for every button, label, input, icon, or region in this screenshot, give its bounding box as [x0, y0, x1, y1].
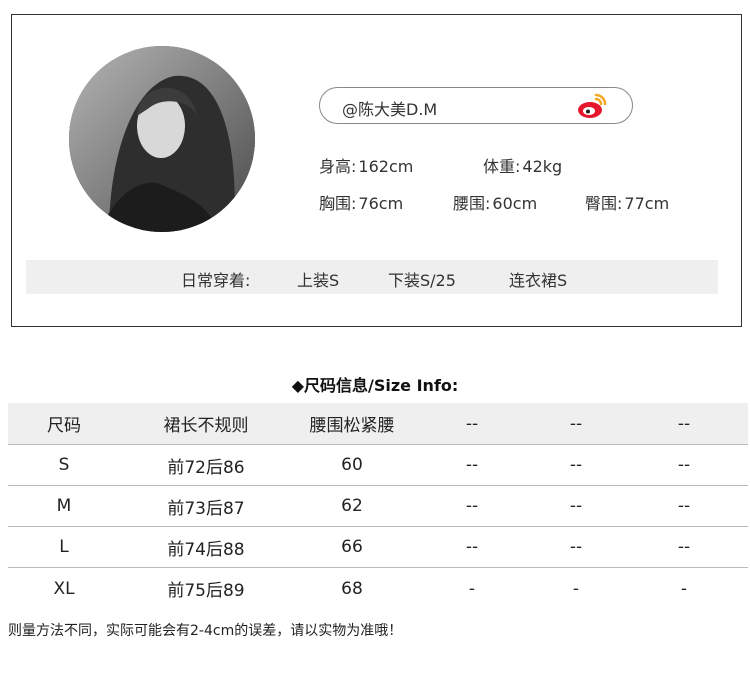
table-row: L 前74后88 66 -- -- -- [8, 527, 748, 568]
waist-label: 腰围: [453, 194, 491, 213]
header-cell: -- [465, 413, 479, 434]
table-cell: - [680, 578, 688, 599]
table-cell: L [59, 537, 69, 557]
table-row: M 前73后87 62 -- -- -- [8, 486, 748, 527]
weight-stat: 体重: 42kg [483, 153, 562, 177]
weibo-icon [578, 93, 607, 118]
height-stat: 身高: 162cm [319, 153, 413, 177]
avatar-image [69, 46, 255, 232]
size-table: 尺码 裙长不规则 腰围松紧腰 -- -- -- S 前72后86 60 -- -… [8, 403, 748, 609]
table-cell: -- [569, 496, 583, 516]
table-cell: -- [677, 496, 691, 516]
table-cell: 前74后88 [167, 539, 245, 560]
measurement-footnote: 则量方法不同，实际可能会有2-4cm的误差，请以实物为准哦！ [8, 623, 403, 639]
daily-wear-dress: 连衣裙S [509, 271, 568, 290]
bust-value: 76cm [358, 194, 404, 213]
avatar [69, 46, 255, 232]
table-cell: M [56, 496, 72, 516]
height-label: 身高: [319, 157, 357, 176]
hip-label: 臀围: [585, 194, 623, 213]
model-profile-card: @陈大美D.M 身高: 162cm 体重: 42kg 胸围: 76cm 腰围: 60cm… [11, 14, 742, 327]
table-cell: -- [677, 537, 691, 557]
table-cell: -- [465, 537, 479, 557]
table-cell: 68 [341, 578, 363, 599]
size-table-header: 尺码 裙长不规则 腰围松紧腰 -- -- -- [8, 403, 748, 445]
table-cell: 前72后86 [167, 457, 245, 478]
table-cell: 62 [341, 496, 363, 516]
table-cell: 前75后89 [167, 581, 245, 601]
daily-wear-bar: 日常穿着: 上装S 下装S/25 连衣裙S [26, 260, 718, 294]
table-row: S 前72后86 60 -- -- -- [8, 445, 748, 486]
table-cell: -- [465, 455, 479, 475]
table-cell: -- [569, 537, 583, 557]
daily-wear-top: 上装S [297, 271, 340, 290]
daily-wear-bottom: 下装S/25 [388, 271, 456, 290]
table-cell: 66 [341, 537, 363, 557]
header-cell: 裙长不规则 [163, 416, 249, 436]
height-value: 162cm [358, 157, 414, 176]
table-row: XL 前75后89 68 - - - [8, 568, 748, 609]
bust-label: 胸围: [319, 194, 357, 213]
weight-value: 42kg [522, 157, 563, 176]
weibo-handle: @陈大美D.M [342, 100, 438, 119]
header-cell: -- [677, 413, 691, 434]
weibo-handle-pill[interactable]: @陈大美D.M [319, 87, 633, 124]
table-cell: -- [569, 455, 583, 475]
daily-wear-label: 日常穿着: [181, 271, 251, 290]
weight-label: 体重: [483, 157, 521, 176]
header-cell: -- [569, 413, 583, 434]
table-cell: - [468, 578, 476, 599]
table-cell: - [572, 578, 580, 599]
table-cell: XL [53, 578, 75, 599]
table-cell: 60 [341, 455, 363, 475]
header-cell: 腰围松紧腰 [309, 416, 395, 436]
waist-value: 60cm [492, 194, 538, 213]
table-cell: -- [677, 455, 691, 475]
size-info-title: ◆尺码信息/Size Info: [291, 376, 459, 395]
waist-stat: 腰围: 60cm [453, 190, 537, 214]
hip-stat: 臀围: 77cm [585, 190, 669, 214]
bust-stat: 胸围: 76cm [319, 190, 403, 214]
table-cell: 前73后87 [167, 498, 245, 519]
hip-value: 77cm [624, 194, 670, 213]
table-cell: S [58, 455, 70, 475]
header-cell: 尺码 [47, 416, 81, 436]
table-cell: -- [465, 496, 479, 516]
